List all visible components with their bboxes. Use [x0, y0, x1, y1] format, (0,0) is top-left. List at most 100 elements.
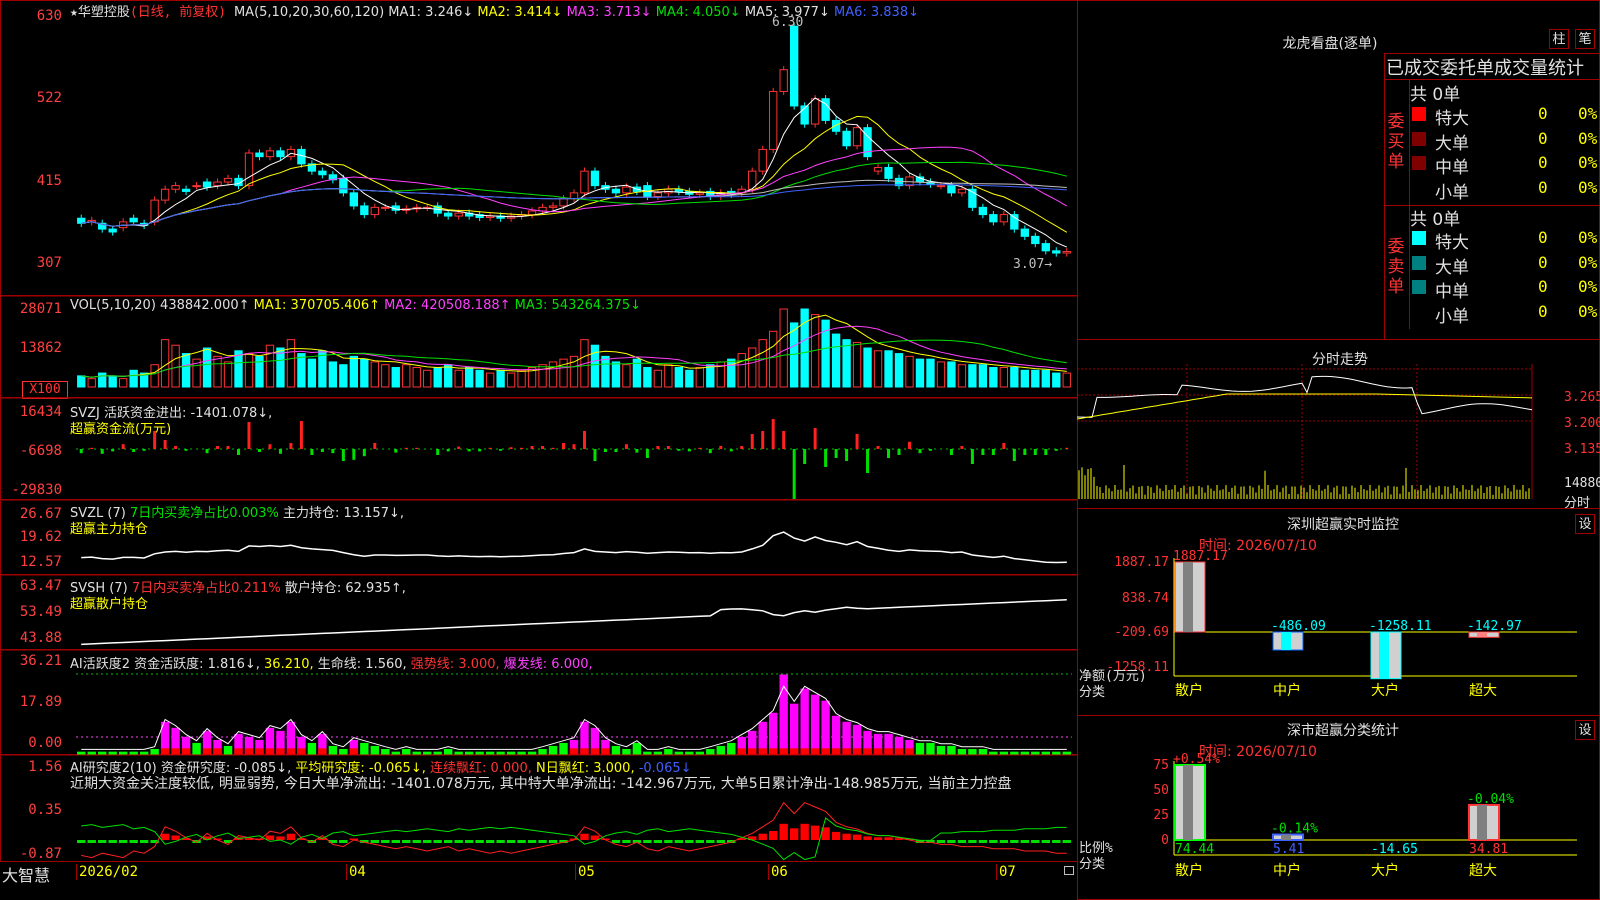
volume-bar[interactable] — [1041, 369, 1050, 388]
volume-bar[interactable] — [1010, 367, 1019, 388]
volume-bar[interactable] — [444, 364, 453, 388]
volume-bar[interactable] — [1020, 369, 1029, 388]
volume-bar[interactable] — [1052, 372, 1061, 388]
volume-bar[interactable] — [1062, 372, 1071, 388]
volume-bar[interactable] — [695, 367, 704, 388]
volume-bar[interactable] — [737, 353, 746, 388]
candle[interactable] — [852, 127, 862, 147]
candle[interactable] — [978, 206, 988, 216]
volume-bar[interactable] — [894, 353, 904, 388]
volume-bar[interactable] — [999, 367, 1009, 388]
candle[interactable] — [1020, 228, 1029, 237]
volume-bar[interactable] — [727, 358, 736, 388]
volume-bar[interactable] — [181, 353, 191, 388]
volume-bar[interactable] — [769, 330, 778, 388]
volume-bar[interactable] — [328, 361, 338, 388]
candle[interactable] — [769, 90, 778, 150]
volume-bar[interactable] — [664, 364, 673, 388]
volume-bar[interactable] — [538, 364, 547, 388]
volume-bar[interactable] — [517, 369, 526, 388]
volume-bar[interactable] — [349, 355, 359, 388]
volume-bar[interactable] — [433, 367, 442, 388]
candle[interactable] — [590, 170, 600, 187]
volume-bar[interactable] — [496, 369, 505, 388]
volume-bar[interactable] — [989, 367, 998, 388]
candle[interactable] — [381, 206, 390, 209]
volume-bar[interactable] — [108, 375, 117, 388]
candle[interactable] — [349, 192, 359, 207]
candle[interactable] — [129, 217, 138, 223]
candle[interactable] — [884, 167, 893, 179]
volume-bar[interactable] — [98, 372, 107, 388]
volume-bar[interactable] — [150, 364, 159, 388]
candle[interactable] — [611, 188, 621, 194]
candle[interactable] — [1010, 214, 1019, 230]
candle[interactable] — [842, 130, 851, 147]
volume-bar[interactable] — [202, 347, 212, 388]
volume-bar[interactable] — [454, 369, 463, 388]
volume-bar[interactable] — [779, 308, 788, 388]
volume-bar[interactable] — [758, 339, 767, 388]
volume-bar[interactable] — [213, 355, 222, 388]
candle[interactable] — [108, 228, 117, 233]
volume-bar[interactable] — [611, 361, 621, 388]
candle[interactable] — [789, 25, 799, 107]
candle[interactable] — [695, 192, 704, 195]
candle[interactable] — [957, 188, 967, 194]
candle[interactable] — [276, 150, 285, 158]
volume-bar[interactable] — [255, 355, 264, 388]
candle[interactable] — [1041, 243, 1050, 252]
volume-bar[interactable] — [475, 369, 484, 388]
volume-bar[interactable] — [464, 367, 474, 388]
candle[interactable] — [370, 206, 379, 216]
candle[interactable] — [873, 167, 883, 172]
candle[interactable] — [548, 205, 558, 208]
volume-bar[interactable] — [968, 364, 977, 388]
candle[interactable] — [223, 177, 233, 183]
volume-bar[interactable] — [559, 358, 568, 388]
candle[interactable] — [758, 148, 767, 172]
volume-bar[interactable] — [643, 367, 652, 388]
candle[interactable] — [444, 212, 453, 217]
volume-bar[interactable] — [674, 367, 684, 388]
candle[interactable] — [171, 185, 180, 190]
volume-bar[interactable] — [863, 347, 872, 388]
volume-bar[interactable] — [423, 369, 432, 388]
candle[interactable] — [213, 181, 222, 187]
candle[interactable] — [244, 152, 254, 187]
candle[interactable] — [202, 181, 212, 188]
volume-bar[interactable] — [339, 364, 348, 388]
candle[interactable] — [360, 205, 369, 216]
volume-bar[interactable] — [381, 364, 390, 388]
candle[interactable] — [559, 198, 568, 207]
candle[interactable] — [831, 119, 841, 132]
volume-bar[interactable] — [873, 350, 883, 388]
volume-bar[interactable] — [276, 347, 285, 388]
volume-bar[interactable] — [412, 367, 421, 388]
candle[interactable] — [318, 170, 327, 176]
volume-bar[interactable] — [957, 364, 967, 388]
volume-bar[interactable] — [1031, 369, 1040, 388]
volume-bar[interactable] — [87, 378, 96, 388]
volume-bar[interactable] — [402, 364, 411, 388]
volume-bar[interactable] — [171, 344, 180, 388]
volume-bar[interactable] — [852, 341, 862, 388]
volume-bar[interactable] — [622, 364, 631, 388]
candle[interactable] — [653, 192, 663, 197]
volume-bar[interactable] — [360, 358, 369, 388]
volume-bar[interactable] — [590, 344, 600, 388]
volume-bar[interactable] — [978, 364, 988, 388]
candle[interactable] — [1052, 250, 1061, 254]
volume-bar[interactable] — [915, 358, 925, 388]
candle[interactable] — [339, 177, 348, 194]
volume-bar[interactable] — [318, 350, 327, 388]
candle[interactable] — [936, 185, 946, 188]
candle[interactable] — [192, 185, 201, 188]
volume-bar[interactable] — [307, 358, 317, 388]
candle[interactable] — [580, 170, 589, 194]
volume-bar[interactable] — [129, 369, 138, 388]
volume-bar[interactable] — [485, 372, 495, 388]
volume-bar[interactable] — [831, 333, 841, 388]
volume-bar[interactable] — [685, 369, 694, 388]
volume-bar[interactable] — [77, 375, 86, 388]
